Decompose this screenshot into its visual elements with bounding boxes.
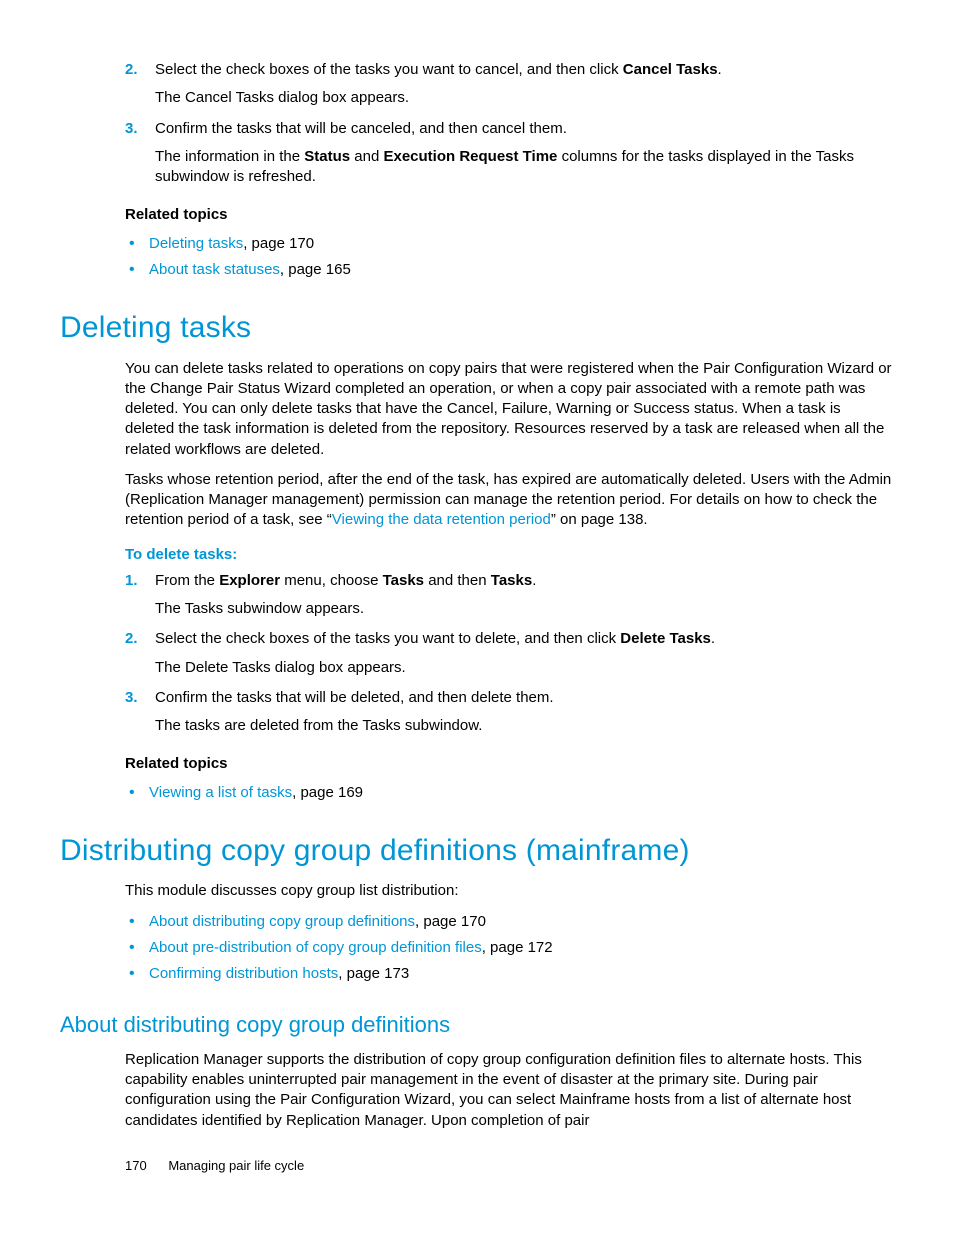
text: . xyxy=(711,630,715,647)
dist-intro: This module discusses copy group list di… xyxy=(125,881,894,901)
related-topics-heading: Related topics xyxy=(125,754,894,774)
step-3: 3. Confirm the tasks that will be cancel… xyxy=(125,119,894,188)
bold-text: Status xyxy=(304,148,350,165)
deleting-p2: Tasks whose retention period, after the … xyxy=(125,470,894,531)
step-number: 3. xyxy=(125,119,138,139)
step-number: 3. xyxy=(125,688,138,708)
related-item: Viewing a list of tasks, page 169 xyxy=(125,783,894,803)
bold-text: Explorer xyxy=(219,572,280,589)
text: The information in the xyxy=(155,148,304,165)
heading-deleting-tasks: Deleting tasks xyxy=(60,308,894,349)
step-1-sub: The Tasks subwindow appears. xyxy=(155,599,894,619)
link-about-predistribution[interactable]: About pre-distribution of copy group def… xyxy=(149,939,482,956)
step-3: 3. Confirm the tasks that will be delete… xyxy=(125,688,894,737)
list-item: Confirming distribution hosts, page 173 xyxy=(125,964,894,984)
text: and then xyxy=(424,572,491,589)
bold-text: Tasks xyxy=(383,572,424,589)
text: , page 170 xyxy=(415,913,486,930)
text: Select the check boxes of the tasks you … xyxy=(155,630,620,647)
text: , page 170 xyxy=(243,235,314,252)
step-1-text: From the Explorer menu, choose Tasks and… xyxy=(155,571,894,591)
dist-sub-p: Replication Manager supports the distrib… xyxy=(125,1050,894,1131)
page-footer: 170 Managing pair life cycle xyxy=(125,1157,304,1175)
bold-text: Execution Request Time xyxy=(383,148,557,165)
bold-text: Tasks xyxy=(491,572,532,589)
page-number: 170 xyxy=(125,1158,147,1173)
step-2: 2. Select the check boxes of the tasks y… xyxy=(125,629,894,678)
text: Select the check boxes of the tasks you … xyxy=(155,61,623,78)
step-3-text: Confirm the tasks that will be deleted, … xyxy=(155,688,894,708)
procedure-label: To delete tasks: xyxy=(125,545,894,565)
step-1: 1. From the Explorer menu, choose Tasks … xyxy=(125,571,894,620)
step-3-text: Confirm the tasks that will be canceled,… xyxy=(155,119,894,139)
text: and xyxy=(350,148,383,165)
text: . xyxy=(718,61,722,78)
step-3-sub: The information in the Status and Execut… xyxy=(155,147,894,188)
link-deleting-tasks[interactable]: Deleting tasks xyxy=(149,235,243,252)
cancel-tasks-steps: 2. Select the check boxes of the tasks y… xyxy=(125,60,894,187)
link-viewing-retention[interactable]: Viewing the data retention period xyxy=(332,511,551,528)
bold-text: Delete Tasks xyxy=(620,630,711,647)
step-2-text: Select the check boxes of the tasks you … xyxy=(155,60,894,80)
deleting-p1: You can delete tasks related to operatio… xyxy=(125,359,894,460)
text: menu, choose xyxy=(280,572,383,589)
link-viewing-list-of-tasks[interactable]: Viewing a list of tasks xyxy=(149,784,292,801)
text: , page 172 xyxy=(482,939,553,956)
link-about-distributing[interactable]: About distributing copy group definition… xyxy=(149,913,415,930)
step-2-sub: The Delete Tasks dialog box appears. xyxy=(155,658,894,678)
step-2-sub: The Cancel Tasks dialog box appears. xyxy=(155,88,894,108)
list-item: About pre-distribution of copy group def… xyxy=(125,938,894,958)
related-topics-heading: Related topics xyxy=(125,205,894,225)
step-2: 2. Select the check boxes of the tasks y… xyxy=(125,60,894,109)
text: , page 169 xyxy=(292,784,363,801)
related-topics-list: Viewing a list of tasks, page 169 xyxy=(125,783,894,803)
heading-distributing: Distributing copy group definitions (mai… xyxy=(60,831,894,872)
step-number: 1. xyxy=(125,571,138,591)
text: , page 165 xyxy=(280,261,351,278)
text: , page 173 xyxy=(338,965,409,982)
related-item: About task statuses, page 165 xyxy=(125,260,894,280)
step-2-text: Select the check boxes of the tasks you … xyxy=(155,629,894,649)
bold-text: Cancel Tasks xyxy=(623,61,718,78)
step-number: 2. xyxy=(125,60,138,80)
text: From the xyxy=(155,572,219,589)
link-confirming-hosts[interactable]: Confirming distribution hosts xyxy=(149,965,338,982)
dist-bullet-list: About distributing copy group definition… xyxy=(125,912,894,985)
step-3-sub: The tasks are deleted from the Tasks sub… xyxy=(155,716,894,736)
footer-title: Managing pair life cycle xyxy=(168,1158,304,1173)
subheading-about-distributing: About distributing copy group definition… xyxy=(60,1010,894,1040)
related-topics-list: Deleting tasks, page 170 About task stat… xyxy=(125,234,894,281)
text: ” on page 138. xyxy=(551,511,648,528)
list-item: About distributing copy group definition… xyxy=(125,912,894,932)
related-item: Deleting tasks, page 170 xyxy=(125,234,894,254)
link-about-task-statuses[interactable]: About task statuses xyxy=(149,261,280,278)
text: . xyxy=(532,572,536,589)
delete-tasks-steps: 1. From the Explorer menu, choose Tasks … xyxy=(125,571,894,737)
step-number: 2. xyxy=(125,629,138,649)
